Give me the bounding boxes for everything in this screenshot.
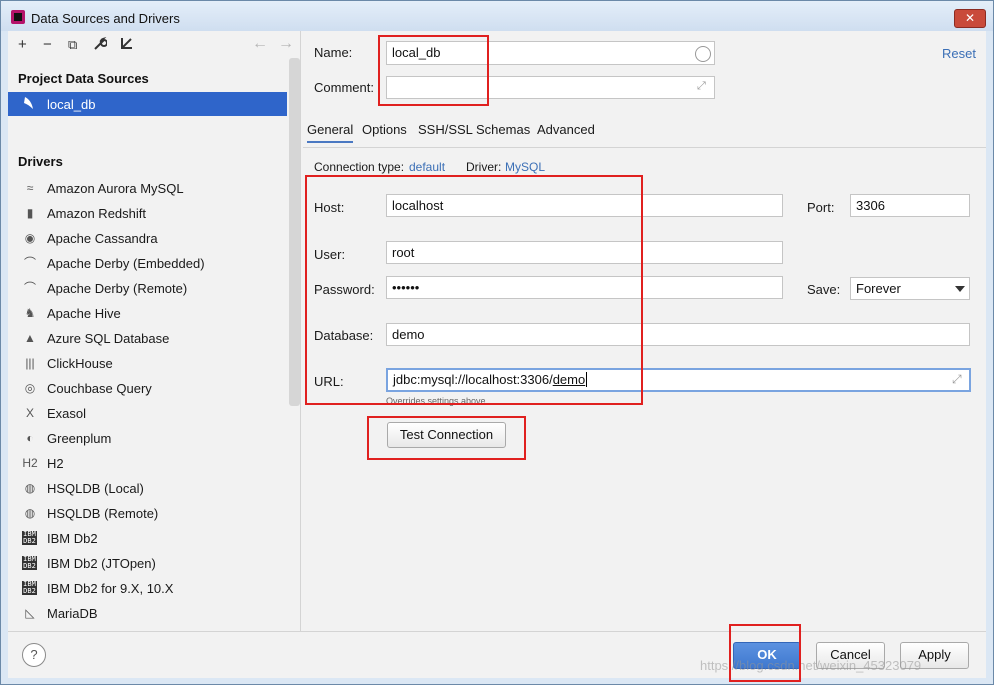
driver-label: IBM Db2 for 9.X, 10.X: [47, 581, 174, 596]
data-source-label: local_db: [47, 97, 96, 112]
driver-icon: ◍: [24, 506, 36, 520]
driver-icon: |||: [25, 356, 35, 370]
color-circle-icon[interactable]: [695, 46, 711, 62]
close-button[interactable]: ✕: [954, 9, 986, 28]
expand-comment-icon[interactable]: ⤢: [697, 80, 706, 93]
driver-label: HSQLDB (Remote): [47, 506, 159, 521]
driver-label: MariaDB: [47, 606, 98, 621]
copy-icon[interactable]: ⧉: [68, 37, 77, 53]
chevron-down-icon[interactable]: [955, 286, 965, 292]
driver-label: Apache Derby (Embedded): [47, 256, 205, 271]
driver-icon: X: [25, 406, 34, 420]
remove-icon[interactable]: −: [43, 36, 52, 53]
reset-link[interactable]: Reset: [942, 46, 976, 61]
port-input[interactable]: 3306: [850, 194, 970, 217]
driver-icon: ◉: [24, 231, 36, 245]
title-bar: Data Sources and Drivers ✕: [1, 1, 993, 31]
driver-label: Apache Cassandra: [47, 231, 158, 246]
help-icon[interactable]: ?: [22, 643, 46, 667]
driver-icon: ⌒: [23, 281, 36, 295]
annotation-box-name: [378, 35, 489, 106]
back-arrow-icon[interactable]: ←: [252, 35, 268, 53]
connection-type-value[interactable]: default: [409, 160, 445, 174]
driver-label: Exasol: [47, 406, 87, 421]
driver-label: Azure SQL Database: [47, 331, 170, 346]
driver-label: Apache Derby (Remote): [47, 281, 188, 296]
driver-label: Driver:: [466, 160, 502, 174]
port-value: 3306: [856, 198, 885, 213]
driver-icon: ♞: [24, 306, 36, 320]
tab-options[interactable]: Options: [362, 122, 407, 137]
driver-icon: ▲: [24, 331, 36, 345]
driver-label: Amazon Aurora MySQL: [47, 181, 184, 196]
tab-schemas[interactable]: Schemas: [476, 122, 530, 137]
add-icon[interactable]: +: [18, 36, 27, 53]
driver-label: Amazon Redshift: [47, 206, 146, 221]
drivers-header: Drivers: [18, 154, 63, 169]
driver-icon: ▮: [26, 206, 34, 220]
annotation-box-test: [367, 416, 526, 460]
driver-label: H2: [47, 456, 64, 471]
driver-label: Greenplum: [47, 431, 112, 446]
tab-advanced[interactable]: Advanced: [537, 122, 595, 137]
driver-icon: ◎: [24, 381, 36, 395]
tab-ssh-ssl[interactable]: SSH/SSL: [418, 122, 473, 137]
annotation-box-ok: [729, 624, 801, 682]
driver-icon: IBM DB2: [22, 530, 37, 545]
tab-general[interactable]: General: [307, 122, 354, 143]
tab-separator: [303, 147, 986, 148]
expand-url-icon[interactable]: ⤢: [952, 372, 962, 387]
name-label: Name:: [314, 45, 353, 60]
driver-icon: ⌒: [23, 256, 36, 270]
driver-label: IBM Db2 (JTOpen): [47, 556, 156, 571]
driver-icon: ◺: [25, 606, 35, 620]
driver-icon: ◍: [24, 481, 36, 495]
driver-icon: IBM DB2: [22, 555, 37, 570]
driver-label: ClickHouse: [47, 356, 113, 371]
window-title: Data Sources and Drivers: [31, 11, 180, 26]
driver-label: HSQLDB (Local): [47, 481, 144, 496]
driver-label: Couchbase Query: [47, 381, 152, 396]
annotation-box-connection: [305, 175, 643, 405]
driver-icon: H2: [22, 456, 38, 470]
driver-value[interactable]: MySQL: [505, 160, 545, 174]
mysql-dolphin-icon: [23, 96, 35, 113]
save-label: Save:: [807, 282, 841, 297]
driver-icon: ◐: [26, 431, 34, 445]
forward-arrow-icon[interactable]: →: [278, 35, 294, 53]
wrench-icon[interactable]: [93, 37, 108, 54]
app-icon: [11, 10, 25, 24]
save-select[interactable]: Forever: [850, 277, 970, 300]
left-scrollbar[interactable]: [289, 58, 300, 406]
import-icon[interactable]: [120, 36, 134, 53]
project-data-sources-header: Project Data Sources: [18, 71, 149, 86]
driver-label: Apache Hive: [47, 306, 121, 321]
driver-icon: IBM DB2: [22, 580, 37, 595]
comment-label: Comment:: [314, 80, 374, 95]
driver-label: IBM Db2: [47, 531, 98, 546]
connection-type-label: Connection type:: [314, 160, 405, 174]
driver-icon: ≈: [26, 181, 34, 195]
save-value: Forever: [856, 281, 901, 296]
port-label: Port:: [807, 200, 835, 215]
